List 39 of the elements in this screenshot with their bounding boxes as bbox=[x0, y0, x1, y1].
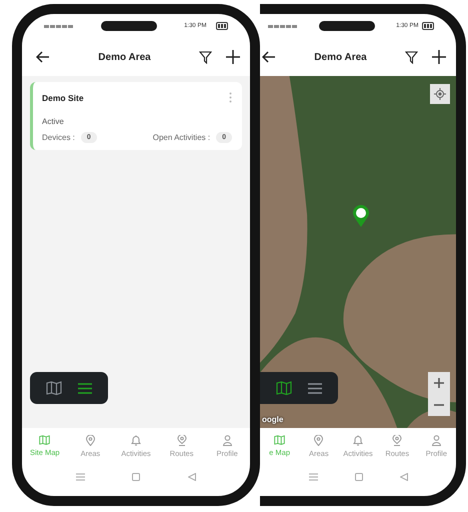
back-arrow-icon[interactable] bbox=[262, 51, 276, 63]
add-icon[interactable] bbox=[432, 50, 446, 64]
battery-icon bbox=[216, 22, 228, 30]
signal-icon bbox=[44, 24, 73, 28]
person-icon bbox=[222, 434, 232, 446]
site-status: Active bbox=[42, 117, 65, 126]
location-pin-icon bbox=[86, 434, 95, 446]
map-attribution: oogle bbox=[262, 415, 284, 424]
list-icon bbox=[78, 382, 92, 394]
locate-button[interactable] bbox=[430, 84, 450, 104]
open-activities-label: Open Activities : bbox=[152, 133, 210, 142]
folded-map-icon bbox=[276, 381, 292, 395]
folded-map-icon bbox=[274, 435, 286, 445]
devices-label: Devices : bbox=[42, 133, 75, 142]
battery-icon bbox=[422, 22, 434, 30]
folded-map-icon bbox=[46, 381, 62, 395]
location-pin-icon bbox=[176, 434, 187, 446]
filter-icon[interactable] bbox=[199, 50, 212, 64]
crosshair-icon bbox=[434, 88, 446, 100]
add-icon[interactable] bbox=[226, 50, 240, 64]
site-name: Demo Site bbox=[42, 92, 84, 102]
location-pin-icon bbox=[314, 434, 324, 446]
screen-title: Demo Area bbox=[97, 52, 152, 62]
folded-map-icon bbox=[39, 435, 50, 445]
person-icon bbox=[432, 434, 441, 446]
back-arrow-icon[interactable] bbox=[36, 51, 50, 63]
zoom-out-button[interactable] bbox=[428, 394, 450, 416]
filter-icon[interactable] bbox=[405, 50, 418, 64]
camera-notch bbox=[318, 21, 375, 31]
signal-icon bbox=[268, 24, 297, 28]
plus-icon bbox=[434, 378, 444, 388]
bell-icon bbox=[352, 434, 363, 446]
bell-icon bbox=[130, 434, 141, 446]
list-icon bbox=[308, 382, 322, 394]
location-pin-icon bbox=[392, 434, 402, 446]
screen-title: Demo Area bbox=[313, 52, 368, 62]
map-pin-icon[interactable] bbox=[352, 204, 370, 228]
zoom-in-button[interactable] bbox=[428, 372, 450, 394]
camera-notch bbox=[100, 21, 157, 31]
